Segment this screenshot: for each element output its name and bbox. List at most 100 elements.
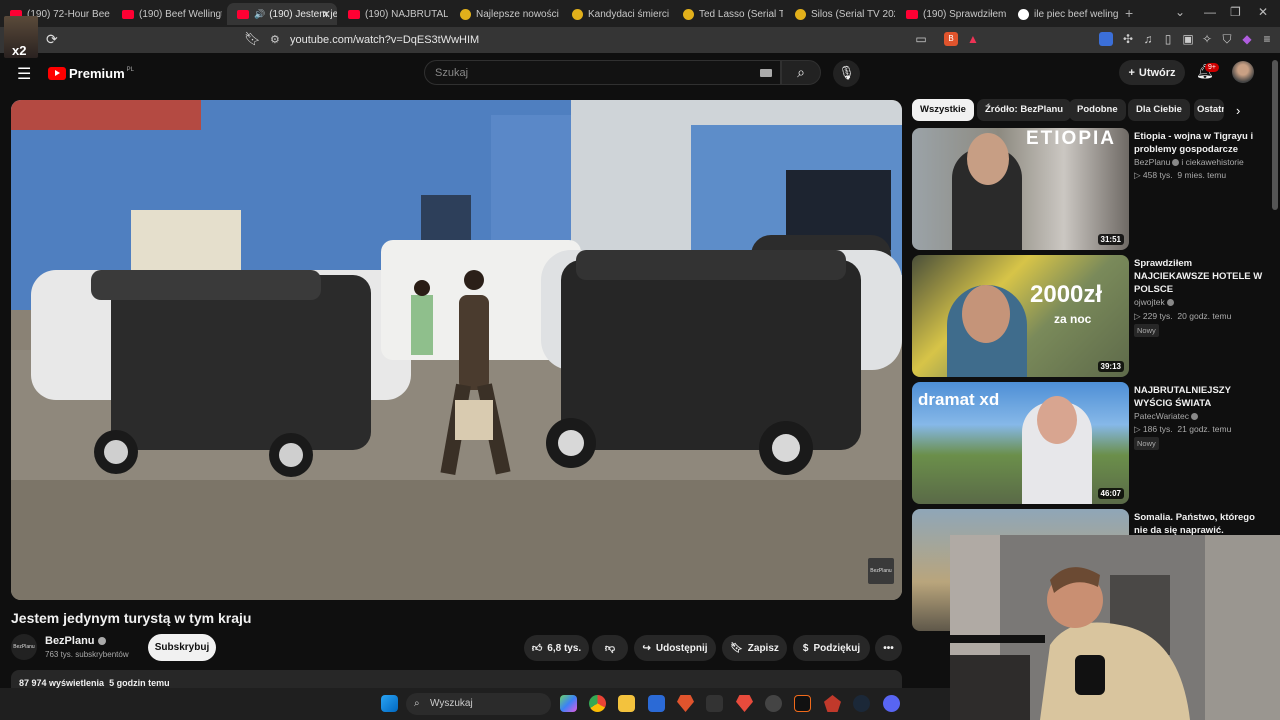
sidebar-icon[interactable]: ▣ [1181, 32, 1195, 46]
address-bar: ⟳ 🔖︎ ⚙ youtube.com/watch?v=DqES3tWwHIM ▭… [0, 27, 1280, 53]
maximize-icon[interactable]: ❐ [1230, 5, 1241, 19]
app-icon[interactable] [706, 695, 723, 712]
search-icon: ⌕ [797, 64, 805, 80]
chevron-right-icon[interactable]: › [1236, 103, 1240, 118]
share-button[interactable]: ↪ Udostępnij [634, 635, 716, 661]
webcam-overlay-small: x2 [4, 16, 38, 58]
like-button[interactable]: 👍︎ 6,8 tys. [524, 635, 589, 661]
chip-related[interactable]: Podobne [1069, 99, 1126, 121]
more-actions-button[interactable]: ••• [875, 635, 902, 661]
keyboard-icon[interactable] [760, 69, 772, 77]
taskbar-search-input[interactable]: ⌕ Wyszukaj [406, 693, 551, 715]
brave-icon[interactable] [677, 695, 694, 712]
voice-search-button[interactable]: 🎙︎ [833, 60, 860, 87]
tab-search-chevron-icon[interactable]: ⌄ [1175, 5, 1185, 19]
youtube-favicon-icon [237, 9, 249, 19]
chip-from-channel[interactable]: Źródło: BezPlanu [977, 99, 1072, 121]
subscriber-count: 763 tys. subskrybentów [45, 650, 129, 659]
browser-tab[interactable]: Kandydaci śmierci (20 [562, 3, 672, 25]
dislike-button[interactable]: 👎︎ [592, 635, 628, 661]
youtube-logo[interactable]: Premium PL [48, 66, 134, 81]
create-button[interactable]: + Utwórz [1119, 60, 1185, 85]
save-button[interactable]: 🔖︎ Zapisz [722, 635, 787, 661]
app-icon[interactable] [794, 695, 811, 712]
windows-start-icon[interactable] [381, 695, 398, 712]
brave-shield-icon[interactable]: B [944, 32, 958, 46]
channel-name-row[interactable]: BezPlanu [45, 635, 106, 647]
emoji-favicon-icon [795, 8, 806, 20]
url-text[interactable]: youtube.com/watch?v=DqES3tWwHIM [290, 34, 479, 46]
browser-tab[interactable]: (190) NAJBRUTALNIE [338, 3, 448, 25]
cast-icon[interactable]: ▭ [914, 32, 928, 46]
browser-tab[interactable]: Najlepsze nowości ze [450, 3, 560, 25]
verified-icon [1190, 413, 1198, 421]
thanks-icon: $ [802, 642, 809, 654]
channel-avatar[interactable]: BezPlanu [11, 634, 37, 660]
video-thumbnail[interactable]: ETIOPIA 31:51 [912, 128, 1129, 250]
video-title: Jestem jedynym turystą w tym kraju [11, 610, 252, 626]
wallet-icon[interactable]: ◆ [1240, 32, 1254, 46]
youtube-favicon-icon [122, 9, 134, 19]
store-icon[interactable] [648, 695, 665, 712]
minimize-icon[interactable]: — [1204, 5, 1216, 19]
chip-all[interactable]: Wszystkie [912, 99, 974, 121]
search-input[interactable]: Szukaj [424, 60, 781, 85]
music-icon[interactable]: ♫ [1141, 32, 1155, 46]
share-icon: ↪ [642, 642, 651, 654]
close-tab-icon[interactable]: ✕ [322, 8, 331, 21]
video-thumbnail[interactable]: 2000zł za noc 39:13 [912, 255, 1129, 377]
recommended-video[interactable]: 2000zł za noc 39:13 Sprawdziłem NAJCIEKA… [912, 255, 1272, 377]
ai-assist-icon[interactable]: ✧ [1200, 32, 1214, 46]
browser-tab[interactable]: ile piec beef welington [1008, 3, 1118, 25]
bookmark-icon[interactable]: 🔖︎ [244, 31, 261, 47]
file-explorer-icon[interactable] [618, 695, 635, 712]
thanks-button[interactable]: $ Podziękuj [793, 635, 870, 661]
browser-tab[interactable]: Ted Lasso (Serial TV 2 [673, 3, 783, 25]
channel-name[interactable]: BezPlanu [45, 635, 95, 647]
vpn-shield-icon[interactable]: ⛉ [1220, 32, 1234, 46]
browser-tab-bar: (190) 72-Hour Beef W (190) Beef Wellingt… [0, 0, 1280, 27]
discord-icon[interactable] [883, 695, 900, 712]
browser-tab[interactable]: (190) Sprawdziłem NA [896, 3, 1006, 25]
reading-list-icon[interactable]: ▯ [1161, 32, 1175, 46]
puzzle-icon[interactable]: ✣ [1121, 32, 1135, 46]
site-info-icon[interactable]: ⚙ [270, 33, 280, 46]
channel-watermark[interactable]: BezPlanu [868, 558, 894, 584]
close-window-icon[interactable]: ✕ [1258, 5, 1268, 19]
reload-icon[interactable]: ⟳ [46, 31, 58, 48]
windows-taskbar: ⌕ Wyszukaj [0, 688, 950, 720]
chrome-icon[interactable] [589, 695, 606, 712]
recommended-video[interactable]: dramat xd 46:07 NAJBRUTALNIEJSZY WYŚCIG … [912, 382, 1272, 504]
extension-icon[interactable] [1099, 32, 1113, 46]
channel-name[interactable]: BezPlanu i ciekawehistorie [1134, 157, 1244, 167]
channel-name[interactable]: ojwojtek [1134, 297, 1176, 307]
subscribe-button[interactable]: Subskrybuj [148, 634, 216, 661]
brave-nightly-icon[interactable] [736, 695, 753, 712]
google-favicon-icon [1018, 8, 1029, 20]
steam-icon[interactable] [853, 695, 870, 712]
game-launcher-icon[interactable] [824, 695, 841, 712]
hamburger-menu-icon[interactable]: ☰ [17, 64, 31, 84]
chip-for-you[interactable]: Dla Ciebie [1128, 99, 1190, 121]
video-thumbnail[interactable]: dramat xd 46:07 [912, 382, 1129, 504]
copilot-icon[interactable] [560, 695, 577, 712]
browser-tab-active[interactable]: 🔊 (190) Jestem je ✕ [227, 3, 337, 25]
video-player[interactable]: BezPlanu [11, 100, 902, 600]
browser-menu-icon[interactable]: ≡ [1260, 32, 1274, 46]
new-badge: Nowy [1134, 437, 1159, 450]
browser-tab[interactable]: Silos (Serial TV 2023- [785, 3, 895, 25]
chip-recent[interactable]: Ostatn [1194, 99, 1224, 121]
video-frame-image [11, 100, 902, 600]
search-button[interactable]: ⌕ [781, 60, 821, 85]
recommended-video[interactable]: ETIOPIA 31:51 Etiopia - wojna w Tigrayu … [912, 128, 1272, 250]
emoji-favicon-icon [572, 8, 583, 20]
github-desktop-icon[interactable] [765, 695, 782, 712]
emoji-favicon-icon [460, 8, 471, 20]
browser-tab[interactable]: (190) Beef Wellington [112, 3, 222, 25]
account-avatar[interactable] [1232, 61, 1254, 83]
page-scrollbar[interactable] [1272, 60, 1278, 210]
thumbs-up-icon: 👍︎ [531, 643, 543, 654]
channel-name[interactable]: PatecWariatec [1134, 411, 1200, 421]
new-tab-icon[interactable]: + [1125, 5, 1133, 21]
brave-rewards-icon[interactable]: ▲ [966, 32, 980, 46]
